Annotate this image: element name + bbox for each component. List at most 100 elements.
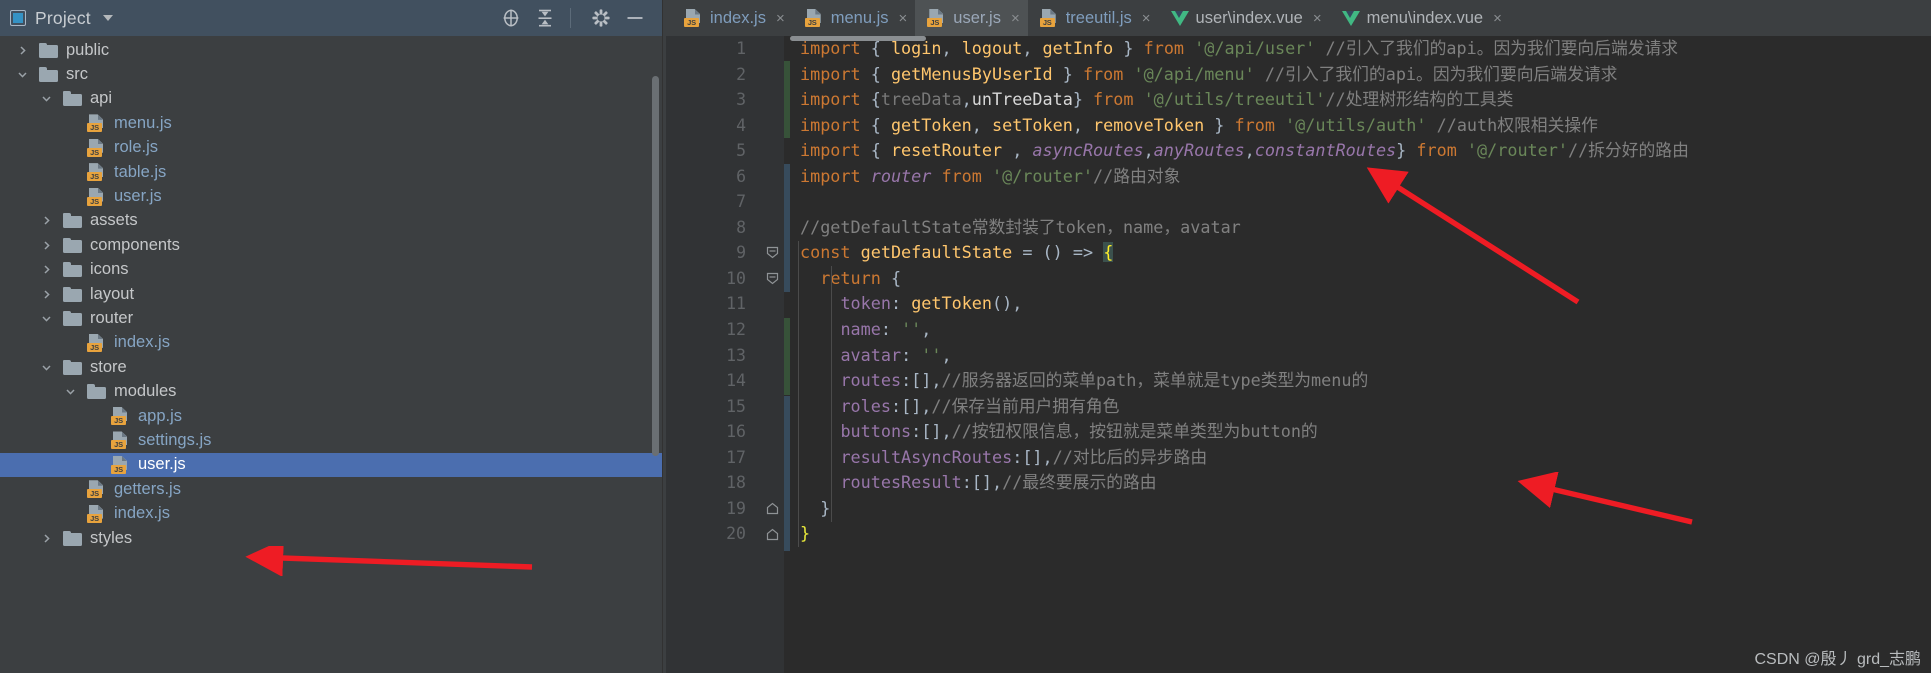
code-line-7[interactable] — [800, 189, 1931, 215]
tree-item-components[interactable]: components — [0, 233, 662, 257]
editor-tab-user-js[interactable]: JS user.js × — [915, 0, 1028, 36]
tree-item-layout[interactable]: layout — [0, 282, 662, 306]
tree-item-styles[interactable]: styles — [0, 526, 662, 550]
editor-tab-user-index-vue[interactable]: user\index.vue × — [1159, 0, 1330, 36]
chevron-down-icon[interactable] — [38, 361, 55, 374]
chevron-right-icon[interactable] — [38, 532, 55, 545]
code-line-17[interactable]: resultAsyncRoutes:[],//对比后的异步路由 — [800, 445, 1931, 471]
code-text[interactable]: import { login, logout, getInfo } from '… — [790, 36, 1931, 673]
chevron-down-icon[interactable] — [38, 92, 55, 105]
tree-item-settings-js[interactable]: JS settings.js — [0, 428, 662, 452]
editor-tab-label: index.js — [710, 8, 766, 27]
tree-item-api[interactable]: api — [0, 87, 662, 111]
close-icon[interactable]: × — [1142, 11, 1151, 26]
editor-tab-label: user\index.vue — [1195, 8, 1303, 27]
fold-icon-line10[interactable] — [766, 272, 779, 285]
close-icon[interactable]: × — [1493, 11, 1502, 26]
tree-item-label: src — [66, 65, 88, 84]
tree-item-index-js[interactable]: JS index.js — [0, 501, 662, 525]
tree-item-getters-js[interactable]: JS getters.js — [0, 477, 662, 501]
tree-item-index-js[interactable]: JS index.js — [0, 331, 662, 355]
js-file-icon: JS — [684, 9, 703, 27]
code-line-14[interactable]: routes:[],//服务器返回的菜单path，菜单就是type类型为menu… — [800, 368, 1931, 394]
close-icon[interactable]: × — [1011, 11, 1020, 26]
editor-tab-treeutil-js[interactable]: JS treeutil.js × — [1028, 0, 1159, 36]
tree-item-label: menu.js — [114, 113, 172, 132]
chevron-down-icon[interactable] — [14, 68, 31, 81]
editor-tab-menu-index-vue[interactable]: menu\index.vue × — [1330, 0, 1510, 36]
tree-item-label: user.js — [114, 187, 162, 206]
chevron-right-icon[interactable] — [14, 44, 31, 57]
close-icon[interactable]: × — [1313, 11, 1322, 26]
line-number: 1 — [736, 39, 746, 58]
line-number: 14 — [726, 371, 746, 391]
chevron-down-icon[interactable] — [62, 385, 79, 398]
code-hscroll-thumb[interactable] — [790, 36, 926, 41]
code-line-5[interactable]: import { resetRouter , asyncRoutes,anyRo… — [800, 138, 1931, 164]
chevron-right-icon[interactable] — [38, 263, 55, 276]
tree-item-role-js[interactable]: JS role.js — [0, 136, 662, 160]
hide-panel-icon[interactable] — [622, 5, 648, 31]
line-number: 5 — [736, 141, 746, 161]
chevron-right-icon[interactable] — [38, 239, 55, 252]
close-icon[interactable]: × — [899, 11, 908, 26]
code-horizontal-scrollbar[interactable] — [790, 36, 1931, 41]
code-line-15[interactable]: roles:[],//保存当前用户拥有角色 — [800, 394, 1931, 420]
editor-tab-bar[interactable]: JS index.js × JS menu.js × JS user.js × JS treeuti… — [666, 0, 1931, 36]
tree-item-assets[interactable]: assets — [0, 209, 662, 233]
code-line-8[interactable]: //getDefaultState常数封装了token，name，avatar — [800, 215, 1931, 241]
code-line-20[interactable]: } — [800, 521, 1931, 547]
code-editor-area[interactable]: 1 2 3 4 5 6 7 8 9 10 11 12 13 14 15 16 17 18 19 20 — [666, 36, 1931, 673]
tree-item-user-js[interactable]: JS user.js — [0, 184, 662, 208]
code-folding-strip[interactable] — [762, 36, 784, 673]
fold-icon-line9[interactable] — [766, 246, 779, 259]
tree-item-src[interactable]: src — [0, 62, 662, 86]
code-line-13[interactable]: avatar: '', — [800, 343, 1931, 369]
tree-item-icons[interactable]: icons — [0, 258, 662, 282]
tree-item-store[interactable]: store — [0, 355, 662, 379]
code-line-19[interactable]: } — [800, 496, 1931, 522]
folder-icon — [63, 262, 82, 278]
js-file-icon: JS — [87, 187, 106, 206]
code-line-9[interactable]: const getDefaultState = () => { — [800, 240, 1931, 266]
project-file-tree[interactable]: public src api JS menu.js JS role.js JS table.js… — [0, 36, 662, 673]
tree-item-label: layout — [90, 284, 135, 303]
fold-icon-line20[interactable] — [766, 528, 779, 541]
code-line-4[interactable]: import { getToken, setToken, removeToken… — [800, 113, 1931, 139]
code-line-18[interactable]: routesResult:[],//最终要展示的路由 — [800, 470, 1931, 496]
code-line-10[interactable]: return { — [800, 266, 1931, 292]
folder-icon — [63, 286, 82, 302]
tree-scrollbar-thumb[interactable] — [652, 76, 659, 456]
code-line-12[interactable]: name: '', — [800, 317, 1931, 343]
locate-icon[interactable] — [498, 5, 524, 31]
settings-gear-icon[interactable] — [588, 5, 614, 31]
code-line-6[interactable]: import router from '@/router'//路由对象 — [800, 164, 1931, 190]
tree-item-menu-js[interactable]: JS menu.js — [0, 111, 662, 135]
chevron-right-icon[interactable] — [38, 288, 55, 301]
folder-icon — [63, 237, 82, 253]
chevron-right-icon[interactable] — [38, 214, 55, 227]
collapse-all-icon[interactable] — [532, 5, 558, 31]
tree-item-label: index.js — [114, 333, 170, 352]
code-line-16[interactable]: buttons:[],//按钮权限信息，按钮就是菜单类型为button的 — [800, 419, 1931, 445]
line-number: 19 — [726, 498, 746, 518]
tree-item-modules[interactable]: modules — [0, 379, 662, 403]
tree-item-router[interactable]: router — [0, 306, 662, 330]
fold-icon-line19[interactable] — [766, 502, 779, 515]
editor-tab-index-js[interactable]: JS index.js × — [672, 0, 793, 36]
tree-item-label: modules — [114, 382, 177, 401]
tree-item-label: styles — [90, 528, 133, 547]
editor-tab-menu-js[interactable]: JS menu.js × — [793, 0, 916, 36]
tree-item-user-js[interactable]: JS user.js — [0, 452, 662, 478]
code-line-2[interactable]: import { getMenusByUserId } from '@/api/… — [800, 62, 1931, 88]
tree-item-public[interactable]: public — [0, 38, 662, 62]
code-line-11[interactable]: token: getToken(), — [800, 291, 1931, 317]
tree-item-table-js[interactable]: JS table.js — [0, 160, 662, 184]
chevron-down-icon[interactable] — [38, 312, 55, 325]
tree-item-app-js[interactable]: JS app.js — [0, 404, 662, 428]
chevron-down-icon[interactable] — [102, 15, 113, 21]
close-icon[interactable]: × — [776, 11, 785, 26]
code-line-3[interactable]: import {treeData,unTreeData} from '@/uti… — [800, 87, 1931, 113]
line-number: 10 — [726, 268, 746, 288]
js-file-icon: JS — [111, 431, 130, 450]
